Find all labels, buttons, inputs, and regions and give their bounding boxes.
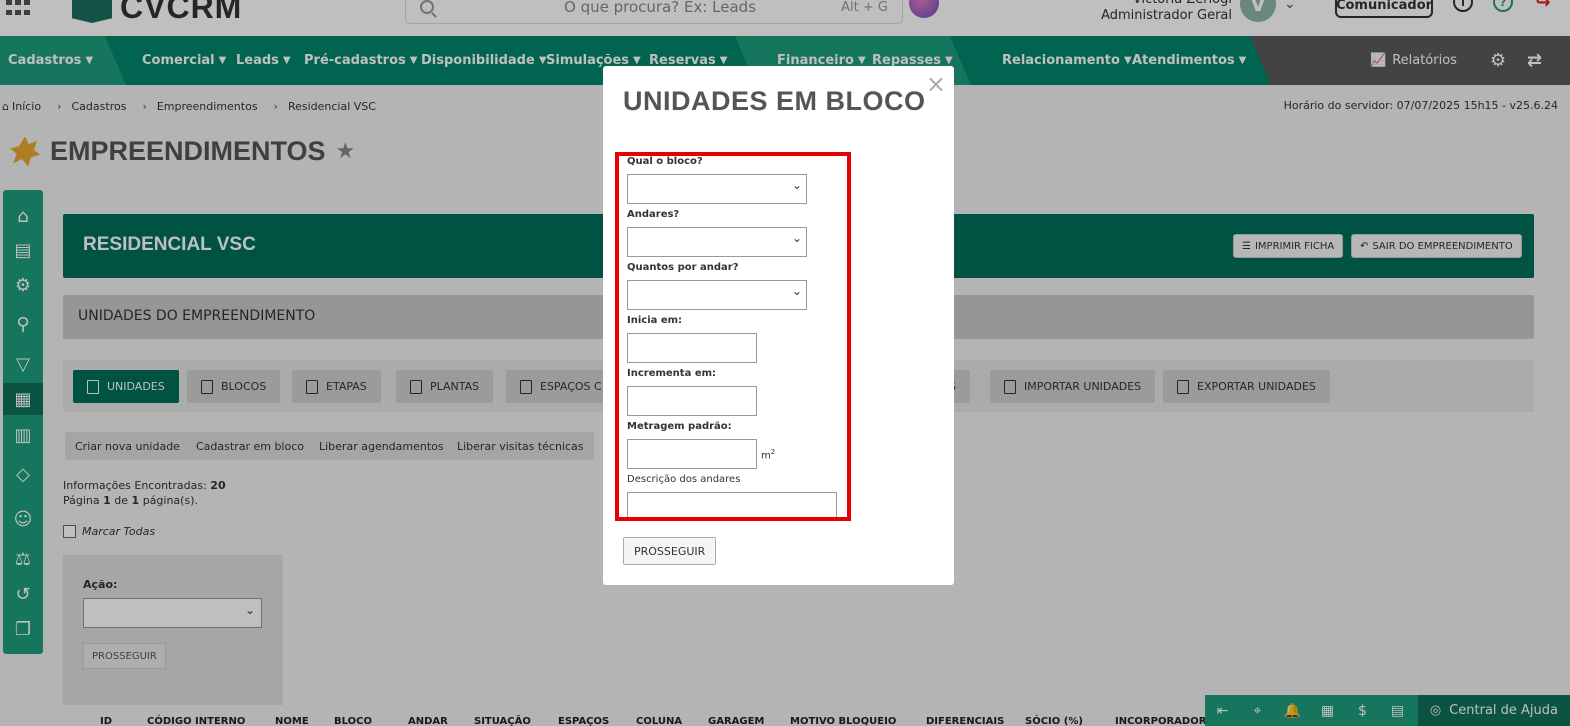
starts-label: Inicia em: <box>627 315 683 326</box>
modal-proceed-button[interactable]: PROSSEGUIR <box>623 537 717 565</box>
modal-title: UNIDADES EM BLOCO <box>623 86 926 116</box>
increment-label: Incrementa em: <box>627 368 717 379</box>
starts-input[interactable] <box>627 333 757 363</box>
block-select[interactable] <box>627 174 807 204</box>
per-floor-select[interactable] <box>627 280 807 310</box>
floors-select[interactable] <box>627 227 807 257</box>
area-input[interactable] <box>627 439 757 469</box>
floors-desc-input[interactable] <box>627 492 837 517</box>
floors-desc-label: Descrição dos andares <box>627 474 741 485</box>
area-unit: m2 <box>761 448 776 462</box>
bulk-units-modal: × UNIDADES EM BLOCO Qual o bloco? Andare… <box>603 66 954 585</box>
block-label: Qual o bloco? <box>627 156 703 167</box>
close-icon[interactable]: × <box>926 70 946 98</box>
per-floor-label: Quantos por andar? <box>627 262 739 273</box>
increment-input[interactable] <box>627 386 757 416</box>
highlight-box: Qual o bloco? Andares? Quantos por andar… <box>615 152 851 521</box>
area-label: Metragem padrão: <box>627 421 732 432</box>
floors-label: Andares? <box>627 209 680 220</box>
